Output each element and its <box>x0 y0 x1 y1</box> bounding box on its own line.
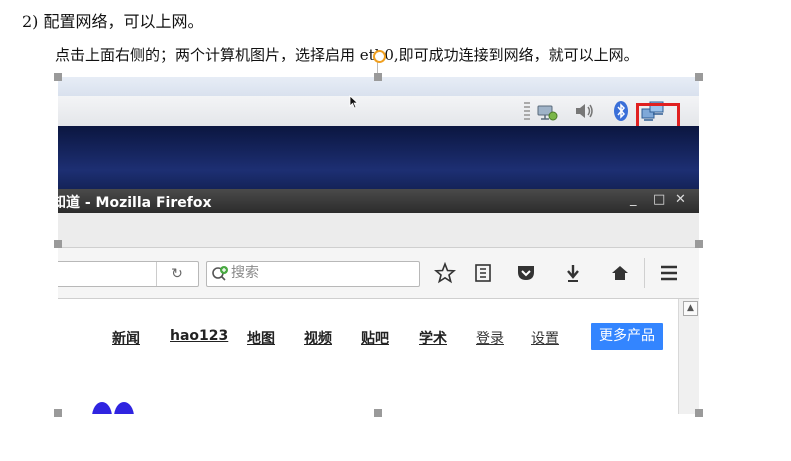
firefox-toolbar: ↻ <box>58 248 699 299</box>
doc-instruction: 点击上面右侧的；两个计算机图片，选择启用 eth0,即可成功连接到网络，就可以上… <box>55 46 639 64</box>
nav-link-tieba[interactable]: 贴吧 <box>361 328 389 348</box>
hamburger-menu-icon[interactable] <box>658 262 680 284</box>
minimize-button[interactable]: _ <box>630 192 637 207</box>
vertical-scrollbar[interactable]: ▲ <box>678 299 699 414</box>
scroll-up-arrow-icon[interactable]: ▲ <box>683 301 698 316</box>
nav-link-hao123[interactable]: hao123 <box>170 328 228 344</box>
web-page: 新闻 hao123 地图 视频 贴吧 学术 登录 设置 更多产品 <box>58 299 678 414</box>
wired-network-icon[interactable] <box>535 100 559 122</box>
mouse-cursor-icon <box>349 95 359 109</box>
logo-paw-left <box>92 402 112 414</box>
resize-handle-top-right[interactable] <box>695 73 703 81</box>
resize-handle-bottom[interactable] <box>374 409 382 417</box>
reload-button[interactable]: ↻ <box>156 262 197 286</box>
window-title: 知道 - Mozilla Firefox <box>58 195 212 211</box>
bluetooth-icon[interactable] <box>609 100 633 122</box>
close-button[interactable]: ✕ <box>675 192 686 207</box>
tray-handle <box>524 102 530 120</box>
pocket-icon[interactable] <box>515 262 537 284</box>
search-icon <box>212 266 228 281</box>
bookmarks-menu-icon[interactable] <box>472 262 494 284</box>
search-box[interactable] <box>206 261 420 287</box>
desktop-background <box>58 126 699 189</box>
resize-handle-bottom-right[interactable] <box>695 409 703 417</box>
rotate-handle[interactable] <box>373 50 386 63</box>
resize-handle-left[interactable] <box>54 240 62 248</box>
firefox-titlebar: 知道 - Mozilla Firefox _ □ ✕ <box>58 189 699 213</box>
volume-icon[interactable] <box>572 100 596 122</box>
embedded-screenshot[interactable]: 知道 - Mozilla Firefox _ □ ✕ ↻ 搜索 新闻 hao12… <box>58 77 699 414</box>
download-icon[interactable] <box>562 262 584 284</box>
resize-handle-right[interactable] <box>695 240 703 248</box>
nav-link-settings[interactable]: 设置 <box>531 328 559 348</box>
nav-link-news[interactable]: 新闻 <box>112 328 140 348</box>
maximize-button[interactable]: □ <box>653 192 665 207</box>
bookmark-star-icon[interactable] <box>434 262 456 284</box>
resize-handle-top[interactable] <box>374 73 382 81</box>
doc-heading: 2) 配置网络，可以上网。 <box>22 12 204 31</box>
logo-paw-right <box>114 402 134 414</box>
toolbar-separator <box>644 258 645 288</box>
home-icon[interactable] <box>609 262 631 284</box>
resize-handle-bottom-left[interactable] <box>54 409 62 417</box>
nav-link-academic[interactable]: 学术 <box>419 328 447 348</box>
system-tray <box>58 96 699 146</box>
url-bar[interactable]: ↻ <box>58 261 199 287</box>
search-input[interactable] <box>231 263 411 283</box>
resize-handle-top-left[interactable] <box>54 73 62 81</box>
firefox-menubar <box>58 213 699 248</box>
nav-link-map[interactable]: 地图 <box>247 328 275 348</box>
nav-link-video[interactable]: 视频 <box>304 328 332 348</box>
nav-link-login[interactable]: 登录 <box>476 328 504 348</box>
more-products-button[interactable]: 更多产品 <box>591 323 663 350</box>
